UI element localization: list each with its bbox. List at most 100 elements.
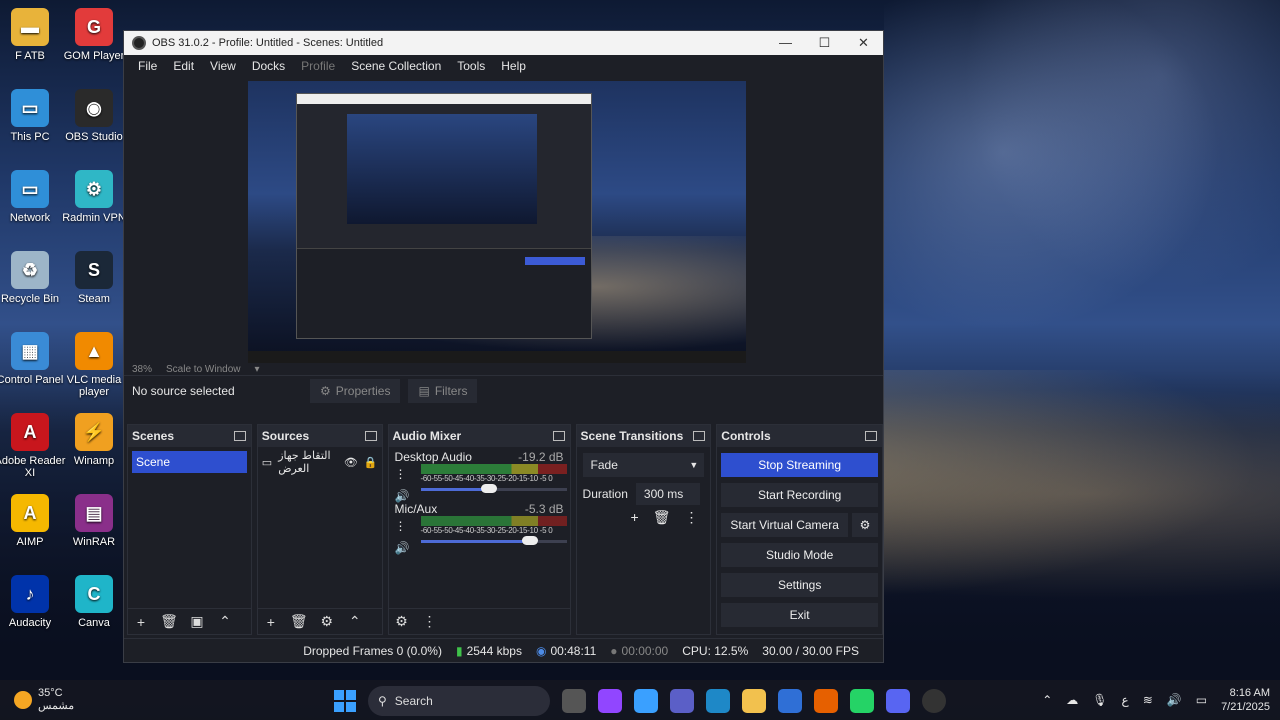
task-view-icon[interactable] [562, 689, 586, 713]
gear-icon[interactable]: ⚙ [852, 513, 878, 537]
desktop-icon[interactable]: ▭ Network [0, 170, 66, 224]
start-button[interactable] [334, 690, 356, 712]
desktop-icon-label: AIMP [16, 536, 44, 548]
lock-icon[interactable]: 🔒 [364, 456, 378, 469]
studio-mode-button[interactable]: Studio Mode [721, 543, 878, 567]
undock-icon[interactable] [693, 431, 706, 441]
chevron-up-icon[interactable]: ⌃ [1042, 693, 1052, 707]
desktop-icon[interactable]: ♪ Audacity [0, 575, 66, 629]
desktop-icon[interactable]: G GOM Player [58, 8, 130, 62]
menu-tools[interactable]: Tools [449, 59, 493, 73]
volume-icon[interactable]: 🔊 [1167, 693, 1182, 707]
menu-bar: File Edit View Docks Profile Scene Colle… [124, 55, 883, 77]
desktop-icon[interactable]: C Canva [58, 575, 130, 629]
desktop-icon[interactable]: ⚙ Radmin VPN [58, 170, 130, 224]
edge-icon[interactable] [706, 689, 730, 713]
more-icon[interactable]: ⋮ [421, 613, 439, 630]
chevron-up-icon[interactable]: ⌃ [346, 613, 364, 630]
menu-edit[interactable]: Edit [165, 59, 202, 73]
chevron-up-icon[interactable]: ⌃ [216, 613, 234, 630]
start-recording-button[interactable]: Start Recording [721, 483, 878, 507]
menu-scene-collection[interactable]: Scene Collection [343, 59, 449, 73]
trash-icon[interactable]: 🗑 [653, 509, 671, 526]
cloud-icon[interactable]: ☁ [1066, 693, 1078, 707]
desktop-icon[interactable]: ▤ WinRAR [58, 494, 130, 548]
source-item[interactable]: ▭ التقاط جهاز العرض 👁 🔒 [262, 450, 378, 475]
close-button[interactable]: ✕ [844, 35, 883, 51]
more-icon[interactable]: ⋮ [395, 519, 410, 533]
gear-icon[interactable]: ⚙ [318, 613, 336, 630]
whatsapp-icon[interactable] [850, 689, 874, 713]
volume-slider[interactable] [420, 483, 567, 495]
microphone-icon[interactable]: 🎙 [1092, 693, 1107, 707]
scene-item[interactable]: Scene [132, 451, 247, 473]
more-icon[interactable]: ⋮ [395, 467, 410, 481]
undock-icon[interactable] [552, 431, 565, 441]
filters-button[interactable]: ▤ Filters [408, 378, 478, 403]
exit-button[interactable]: Exit [721, 603, 878, 627]
volume-slider[interactable] [420, 535, 567, 547]
teams-icon[interactable] [670, 689, 694, 713]
add-transition-icon[interactable]: + [631, 509, 639, 526]
duration-label: Duration [582, 487, 628, 501]
menu-file[interactable]: File [130, 59, 165, 73]
clock[interactable]: 8:16 AM 7/21/2025 [1221, 686, 1270, 714]
menu-profile[interactable]: Profile [293, 59, 343, 73]
preview-canvas[interactable] [248, 81, 746, 363]
obs-taskbar-icon[interactable] [922, 689, 946, 713]
transition-select[interactable]: Fade ▼ [582, 453, 705, 477]
speaker-icon[interactable]: 🔊 [395, 541, 410, 555]
minimize-button[interactable]: — [766, 35, 805, 51]
search-placeholder: Search [394, 694, 433, 708]
settings-button[interactable]: Settings [721, 573, 878, 597]
audio-mixer-dock: Audio Mixer Desktop Audio -19.2 dB ⋮ 🔊 -… [387, 424, 571, 635]
undock-icon[interactable] [865, 431, 877, 441]
desktop-icon[interactable]: ⚡ Winamp [58, 413, 130, 467]
eye-icon[interactable]: 👁 [344, 456, 358, 469]
menu-help[interactable]: Help [493, 59, 534, 73]
properties-button[interactable]: ⚙ Properties [310, 378, 401, 403]
filter-icon[interactable]: ▣ [188, 613, 206, 630]
desktop-icon[interactable]: A AIMP [0, 494, 66, 548]
add-source-icon[interactable]: + [262, 614, 280, 630]
source-toolbar: No source selected ⚙ Properties ▤ Filter… [124, 375, 883, 405]
desktop-icon[interactable]: ▬ F ATB [0, 8, 66, 62]
copilot-icon[interactable] [634, 689, 658, 713]
undock-icon[interactable] [364, 431, 377, 441]
file-explorer-icon[interactable] [742, 689, 766, 713]
transitions-dock: Scene Transitions Fade ▼ Duration 300 ms… [575, 424, 712, 635]
battery-icon[interactable]: ▭ [1196, 693, 1207, 707]
menu-docks[interactable]: Docks [244, 59, 293, 73]
duration-input[interactable]: 300 ms [635, 483, 700, 505]
trash-icon[interactable]: 🗑 [290, 613, 308, 630]
desktop-icon[interactable]: ♻ Recycle Bin [0, 251, 66, 305]
store-icon[interactable] [778, 689, 802, 713]
desktop-icon[interactable]: S Steam [58, 251, 130, 305]
wifi-icon[interactable]: ≋ [1143, 693, 1153, 707]
chevron-down-icon[interactable]: ▾ [255, 364, 260, 375]
twitch-icon[interactable] [598, 689, 622, 713]
undock-icon[interactable] [233, 431, 246, 441]
stop-streaming-button[interactable]: Stop Streaming [721, 453, 878, 477]
desktop-icon[interactable]: ▭ This PC [0, 89, 66, 143]
desktop-icon-label: Steam [78, 293, 110, 305]
discord-icon[interactable] [886, 689, 910, 713]
start-virtual-camera-button[interactable]: Start Virtual Camera [721, 513, 848, 537]
desktop-icon[interactable]: ◉ OBS Studio [58, 89, 130, 143]
menu-view[interactable]: View [202, 59, 244, 73]
firefox-icon[interactable] [814, 689, 838, 713]
desktop-icon[interactable]: ▲ VLC media player [58, 332, 130, 398]
record-icon: ● [610, 643, 618, 658]
trash-icon[interactable]: 🗑 [160, 613, 178, 630]
taskbar-search[interactable]: ⚲ Search [368, 686, 550, 716]
maximize-button[interactable]: ☐ [805, 35, 844, 51]
desktop-icon[interactable]: A Adobe Reader XI [0, 413, 66, 479]
add-scene-icon[interactable]: + [132, 614, 150, 630]
mixer-channel-mic: Mic/Aux -5.3 dB ⋮ 🔊 -60-55-50-45-40-35-3… [389, 499, 570, 555]
gear-icon[interactable]: ⚙ [393, 613, 411, 630]
more-icon[interactable]: ⋮ [685, 509, 699, 526]
desktop-icon[interactable]: ▦ Control Panel [0, 332, 66, 386]
language-indicator[interactable]: ع [1122, 693, 1129, 707]
weather-widget[interactable]: 35°C مشمس [0, 687, 200, 713]
scale-mode-select[interactable]: Scale to Window [166, 364, 240, 375]
